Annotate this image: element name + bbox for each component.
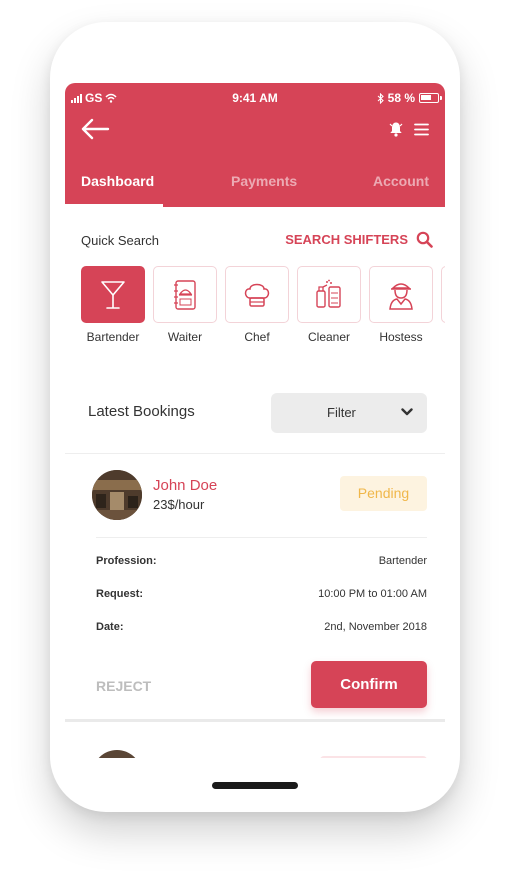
category-label: Hostess	[379, 330, 423, 344]
detail-value: Bartender	[378, 555, 427, 567]
category-bartender[interactable]: Bartender	[81, 266, 147, 344]
shifter-rate: 23$/hour	[153, 497, 205, 512]
chevron-down-icon	[401, 408, 413, 416]
category-label: Bartender	[86, 330, 140, 344]
home-indicator[interactable]	[212, 782, 298, 789]
filter-label: Filter	[327, 405, 356, 420]
reject-button[interactable]: REJECT	[96, 678, 151, 694]
battery-percent: 58 %	[387, 91, 415, 105]
category-label: Chef	[244, 330, 270, 344]
category-more[interactable]	[441, 266, 445, 323]
bell-icon[interactable]	[388, 121, 404, 137]
detail-key: Request:	[96, 588, 144, 600]
search-icon	[416, 231, 433, 248]
tab-account[interactable]: Account	[373, 173, 429, 189]
divider	[65, 453, 445, 454]
detail-value: 2nd, November 2018	[324, 621, 427, 633]
app-header: GS 9:41 AM 58 % Dashboard Payments Accou…	[65, 83, 445, 207]
category-label: Waiter	[167, 330, 203, 344]
category-cleaner[interactable]: Cleaner	[297, 266, 363, 344]
status-bar: GS 9:41 AM 58 %	[65, 83, 445, 111]
category-label: Cleaner	[307, 330, 351, 344]
filter-dropdown[interactable]: Filter	[271, 393, 427, 433]
bluetooth-icon	[377, 92, 384, 104]
category-waiter[interactable]: Waiter	[153, 266, 219, 344]
quick-search-label: Quick Search	[81, 233, 160, 248]
detail-profession: Profession: Bartender	[96, 555, 427, 571]
detail-key: Date:	[96, 621, 124, 633]
category-hostess[interactable]: Hostess	[369, 266, 435, 344]
status-badge	[320, 756, 427, 758]
shifter-name[interactable]: John Doe	[153, 477, 217, 494]
detail-request: Request: 10:00 PM to 01:00 AM	[96, 588, 427, 604]
chef-hat-icon	[244, 283, 270, 307]
tab-dashboard[interactable]: Dashboard	[81, 173, 154, 189]
tab-payments[interactable]: Payments	[231, 173, 297, 189]
card-separator	[65, 719, 445, 722]
category-list: Bartender Waiter Chef Cleaner Hostess	[81, 266, 445, 348]
menu-book-icon	[174, 279, 196, 310]
status-badge: Pending	[340, 476, 427, 511]
detail-key: Profession:	[96, 555, 157, 567]
tab-bar: Dashboard Payments Account	[65, 165, 445, 207]
category-chef[interactable]: Chef	[225, 266, 291, 344]
detail-date: Date: 2nd, November 2018	[96, 621, 427, 637]
cocktail-glass-icon	[101, 280, 125, 309]
avatar	[92, 470, 142, 520]
hostess-icon	[389, 282, 413, 310]
divider	[96, 537, 427, 538]
detail-value: 10:00 PM to 01:00 AM	[318, 588, 427, 600]
latest-bookings-label: Latest Bookings	[88, 403, 195, 420]
menu-icon[interactable]	[414, 123, 429, 136]
active-tab-indicator	[65, 204, 163, 207]
search-shifters-label: SEARCH SHIFTERS	[285, 232, 408, 247]
quick-search-row: Quick Search SEARCH SHIFTERS	[65, 231, 445, 251]
avatar	[92, 750, 142, 758]
cleaning-supplies-icon	[316, 279, 341, 308]
back-arrow-icon[interactable]	[80, 116, 110, 142]
app-screen: GS 9:41 AM 58 % Dashboard Payments Accou…	[65, 83, 445, 758]
battery-icon	[419, 93, 442, 103]
search-shifters-link[interactable]: SEARCH SHIFTERS	[285, 231, 433, 248]
latest-bookings-header: Latest Bookings Filter	[65, 393, 445, 435]
confirm-button[interactable]: Confirm	[311, 661, 427, 708]
